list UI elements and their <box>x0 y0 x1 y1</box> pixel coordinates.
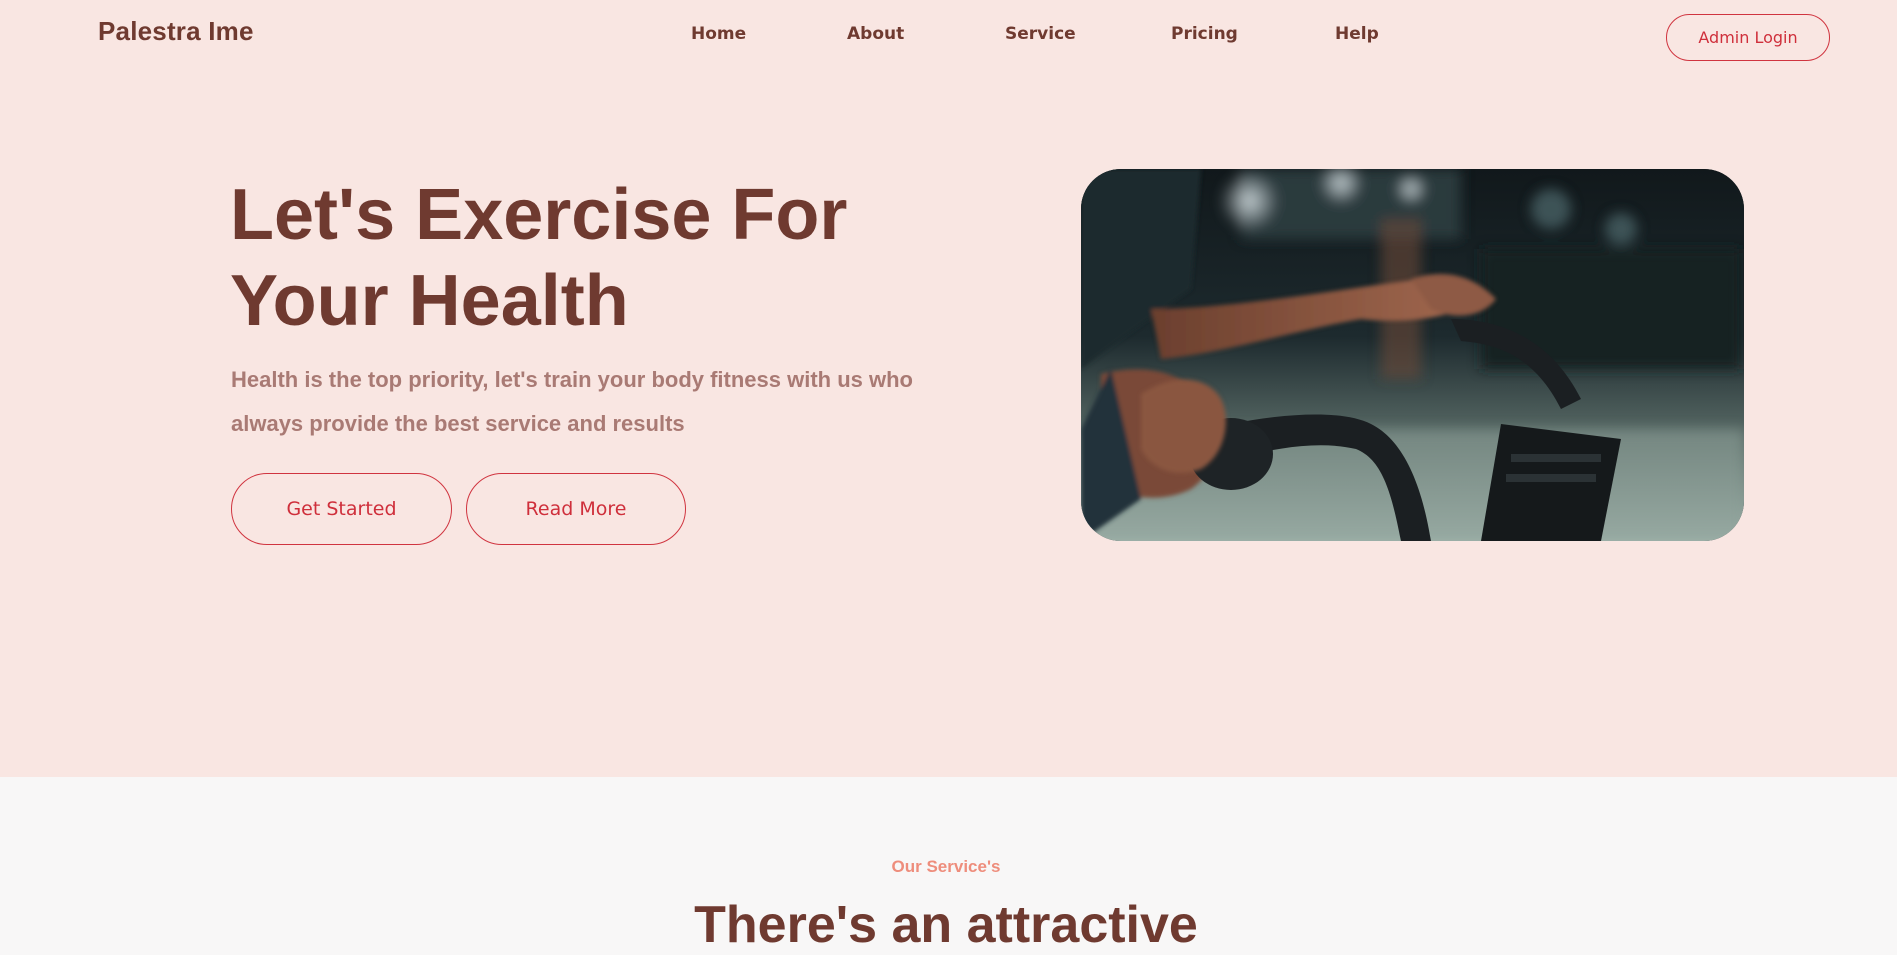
nav-home[interactable]: Home <box>691 24 746 44</box>
hero-title-line-2: Your Health <box>230 261 629 341</box>
main-nav: Home About Service Pricing Help <box>0 24 1897 48</box>
nav-service[interactable]: Service <box>1005 24 1076 44</box>
hero-subtitle: Health is the top priority, let's train … <box>231 358 961 446</box>
nav-pricing[interactable]: Pricing <box>1171 24 1238 44</box>
hero-subtitle-line-2: always provide the best service and resu… <box>231 411 685 436</box>
hero-subtitle-line-1: Health is the top priority, let's train … <box>231 367 913 392</box>
hero-section: Palestra Ime Home About Service Pricing … <box>0 0 1897 777</box>
get-started-button[interactable]: Get Started <box>231 473 452 545</box>
services-kicker: Our Service's <box>891 857 1001 876</box>
services-title: There's an attractive <box>694 896 1198 954</box>
nav-help[interactable]: Help <box>1335 24 1379 44</box>
gym-photo-illustration <box>1081 169 1744 541</box>
hero-title: Let's Exercise For Your Health <box>230 172 950 344</box>
hero-title-line-1: Let's Exercise For <box>230 175 848 255</box>
read-more-button[interactable]: Read More <box>466 473 686 545</box>
hero-image <box>1081 169 1744 541</box>
admin-login-button[interactable]: Admin Login <box>1666 14 1830 61</box>
nav-about[interactable]: About <box>847 24 904 44</box>
